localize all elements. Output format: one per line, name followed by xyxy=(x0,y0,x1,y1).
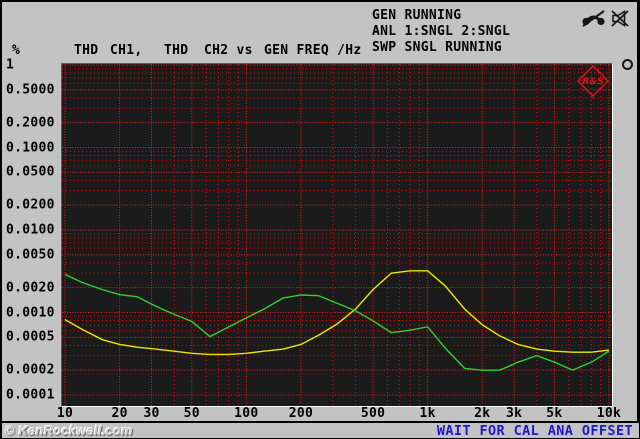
title-xaxis-label: GEN FREQ /Hz xyxy=(264,43,362,58)
y-tick-label: 0.0050 xyxy=(6,247,55,263)
x-tick-label: 200 xyxy=(288,406,314,421)
status-message: WAIT FOR CAL ANA OFFSET xyxy=(436,423,633,439)
y-tick-label: 0.0005 xyxy=(6,329,55,345)
x-tick-label: 3k xyxy=(506,406,523,421)
top-icon-group xyxy=(581,9,630,28)
title-thd2-label: THD xyxy=(164,43,189,58)
y-unit-label: % xyxy=(12,43,21,58)
x-tick-label: 5k xyxy=(546,406,563,421)
title-ch2-label: CH2 vs xyxy=(204,43,253,58)
y-tick-label: 0.0500 xyxy=(6,164,55,180)
title-thd1-label: THD xyxy=(74,43,99,58)
grid-layer xyxy=(62,64,612,406)
y-tick-label: 0.0002 xyxy=(6,362,55,378)
y-tick-label: 1 xyxy=(6,57,15,73)
y-tick-label: 0.0100 xyxy=(6,222,55,238)
x-tick-label: 30 xyxy=(143,406,160,421)
x-tick-label: 500 xyxy=(360,406,386,421)
y-tick-label: 0.1000 xyxy=(6,140,55,155)
x-tick-label: 1k xyxy=(419,406,436,421)
speaker-muted-icon xyxy=(611,10,629,27)
thd-chart: R&S xyxy=(62,64,612,406)
plot-area: R&S xyxy=(61,63,613,407)
status-line-sweep: SWP SNGL RUNNING xyxy=(372,40,503,55)
x-tick-label: 10k xyxy=(596,406,622,421)
y-tick-label: 0.0001 xyxy=(6,387,55,403)
y-tick-label: 0.5000 xyxy=(6,82,55,98)
x-tick-label: 50 xyxy=(183,406,200,421)
title-ch1-label: CH1, xyxy=(110,43,143,58)
status-line-analyzer: ANL 1:SNGL 2:SNGL xyxy=(372,24,511,39)
status-line-generator: GEN RUNNING xyxy=(372,8,462,23)
x-tick-label: 2k xyxy=(474,406,491,421)
x-tick-label: 100 xyxy=(234,406,259,421)
y-tick-label: 0.0200 xyxy=(6,197,55,213)
y-tick-label: 0.0010 xyxy=(6,305,55,320)
x-tick-label: 10 xyxy=(56,406,74,421)
busy-cursor-icon xyxy=(622,59,633,70)
y-tick-label: 0.2000 xyxy=(6,115,55,131)
rohde-schwarz-logo: R&S xyxy=(577,65,609,99)
x-tick-label: 20 xyxy=(111,406,128,421)
svg-text:R&S: R&S xyxy=(582,77,603,87)
analyzer-screen: GEN RUNNING ANL 1:SNGL 2:SNGL SWP SNGL R… xyxy=(0,0,640,439)
trace-thd-ch1 xyxy=(64,270,610,356)
phone-muted-icon xyxy=(582,10,605,27)
y-tick-label: 0.0020 xyxy=(6,280,55,296)
instrument-status-block: GEN RUNNING ANL 1:SNGL 2:SNGL SWP SNGL R… xyxy=(372,8,510,56)
